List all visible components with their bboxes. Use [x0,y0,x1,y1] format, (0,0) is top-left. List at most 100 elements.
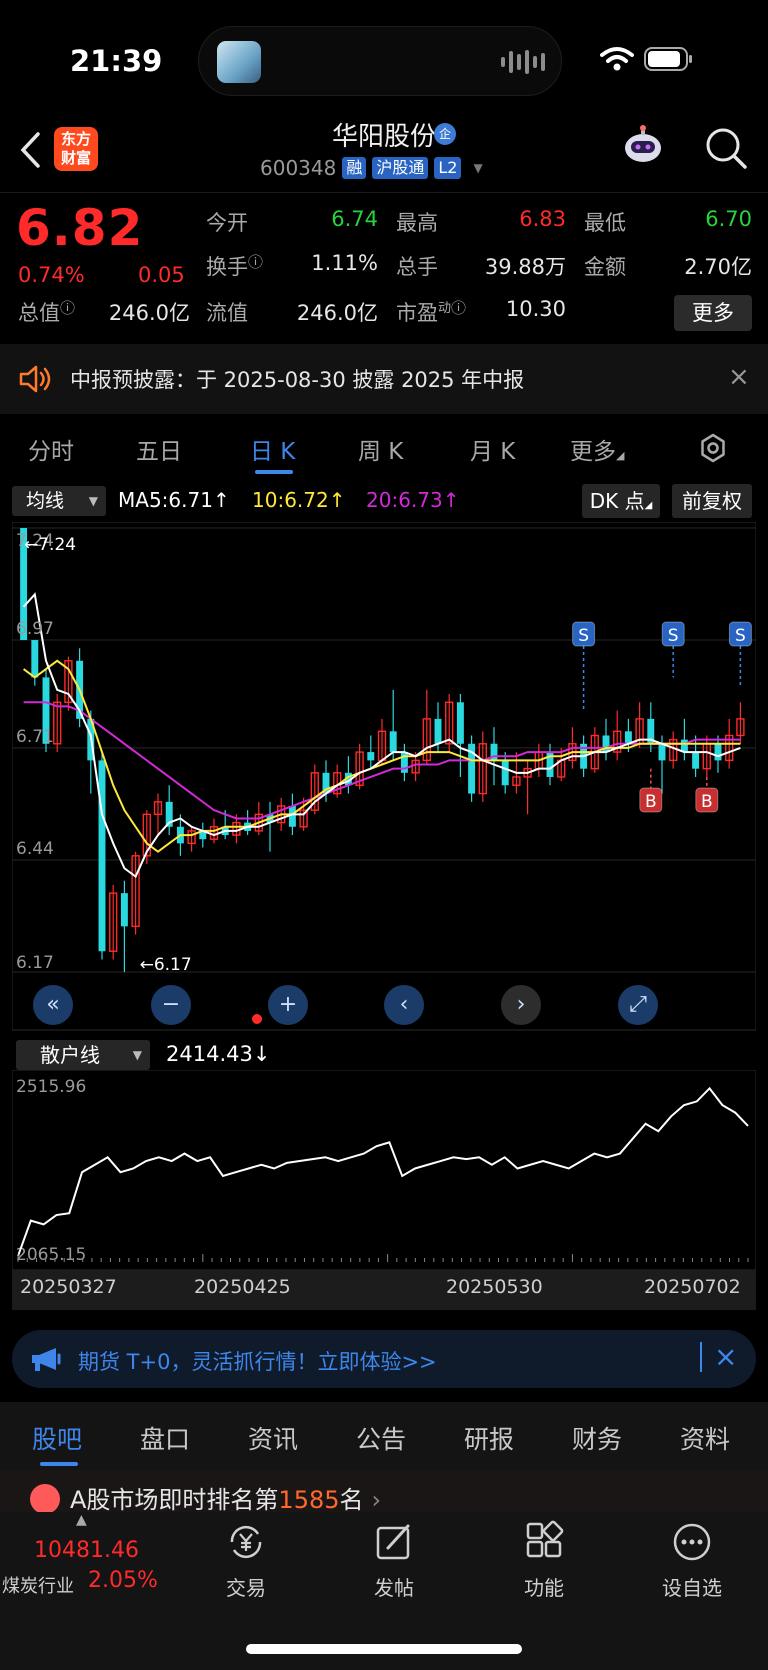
retail-value: 2414.43↓ [166,1042,271,1066]
tab-forum[interactable]: 股吧 [32,1420,82,1456]
mktcap-value: 246.0亿 [108,301,190,325]
pe-label[interactable]: 市盈动ⓘ [396,297,466,327]
tabbar-post[interactable]: 发帖 [334,1520,454,1601]
date-tick: 20250425 [194,1276,291,1298]
tab-underline [40,1462,78,1466]
notice-bar[interactable]: 中报预披露：于 2025-08-30 披露 2025 年中报 × [0,344,768,414]
tab-announcements[interactable]: 公告 [356,1420,406,1456]
candle-body [288,806,296,827]
ma10-label: 10:6.72↑ [252,488,346,512]
more-button[interactable]: 更多 [674,295,752,331]
stock-header: 东方 财富 华阳股份 企 600348 融 沪股通 L2 ▼ [0,110,768,192]
scroll-start-button[interactable]: « [33,985,73,1025]
tab-daily-k[interactable]: 日 K [250,432,295,466]
candle-body [434,718,442,744]
fullscreen-icon[interactable]: ⤢ [618,985,658,1025]
low-label: 最低 [584,211,626,235]
ranking-item[interactable]: A股市场即时排名第1585名 › [0,1470,768,1516]
tab-underline [255,470,293,474]
scroll-left-button[interactable]: ‹ [384,985,424,1025]
volume-label: 总手 [396,255,438,279]
close-icon[interactable]: × [714,1340,737,1373]
scroll-right-button[interactable]: › [501,985,541,1025]
tab-research[interactable]: 研报 [464,1420,514,1456]
info-icon: ⓘ [60,299,76,317]
min-price-label: ←6.17 [140,955,192,975]
candle-body [692,752,700,769]
max-price-label: ←7.24 [24,535,76,555]
tabbar-functions[interactable]: 功能 [484,1520,604,1601]
gear-icon[interactable] [697,432,729,464]
dropdown-arrow-icon: ▼ [132,1048,142,1062]
tab-weekly-k[interactable]: 周 K [358,432,403,466]
candle-body [31,640,39,678]
audio-wave-icon [501,49,545,75]
status-bar: 21:39 [0,0,768,110]
tab-financials[interactable]: 财务 [572,1420,622,1456]
index-value[interactable]: 10481.46 [34,1538,139,1563]
indicator-selector[interactable]: 均线 ▼ [12,486,106,516]
zoom-in-button[interactable]: + [268,985,308,1025]
signal-label: S [735,626,746,646]
tag-connect: 沪股通 [372,157,429,179]
home-indicator[interactable] [246,1644,522,1654]
arrow-up-icon: ↑ [212,488,230,512]
close-icon[interactable]: × [728,362,750,392]
candle-body [714,743,722,761]
date-tick: 20250530 [446,1276,543,1298]
wifi-icon [600,47,634,71]
candle-body [501,760,509,786]
tabbar-watchlist[interactable]: 设自选 [632,1520,752,1601]
divider [700,1342,702,1372]
tab-news[interactable]: 资讯 [248,1420,298,1456]
info-icon: ⓘ [248,253,264,271]
stock-code: 600348 [260,156,337,180]
dk-point-button[interactable]: DK 点◢ [582,484,660,518]
y-axis-label: 6.17 [16,953,54,973]
high-value: 6.83 [519,207,566,231]
tab-five-day[interactable]: 五日 [136,432,182,466]
arrow-up-icon: ↑ [442,488,460,512]
y-axis-label: 6.97 [16,619,54,639]
pe-value: 10.30 [505,297,566,321]
mktcap-label[interactable]: 总值ⓘ [18,297,75,327]
retail-selector[interactable]: 散户线 ▼ [16,1040,150,1070]
retail-line-chart[interactable]: 2515.96 2065.15 [12,1070,756,1270]
chevron-right-icon: › [371,1486,382,1514]
signal-label: B [645,792,657,812]
search-icon[interactable] [704,126,748,170]
turnover-label[interactable]: 换手ⓘ [206,251,263,281]
industry-name[interactable]: 煤炭行业 [2,1572,74,1598]
megaphone-icon [32,1348,61,1371]
info-icon: ⓘ [451,299,467,317]
candle-body [456,702,464,744]
candle-body [98,760,106,952]
dynamic-island[interactable] [198,26,562,96]
y-axis-label: 6.71 [16,727,54,747]
date-tick: 20250702 [644,1276,741,1298]
arrow-up-icon: ↑ [328,488,346,512]
amount-value: 2.70亿 [684,255,752,279]
tabbar-trade[interactable]: 交易 [186,1520,306,1601]
candle-body [400,752,408,773]
tab-intraday[interactable]: 分时 [28,432,74,466]
tab-monthly-k[interactable]: 月 K [470,432,515,466]
stock-code-row[interactable]: 600348 融 沪股通 L2 ▼ [260,156,483,180]
kline-chart[interactable]: 7.246.976.716.446.17←7.24←6.17 S S SB B [12,522,756,1034]
promo-banner[interactable]: 期货 T+0，灵活抓行情！立即体验>> × [12,1330,756,1388]
status-time: 21:39 [70,44,163,78]
tab-orderbook[interactable]: 盘口 [140,1420,190,1456]
enterprise-badge: 企 [434,123,456,145]
chart-tabs: 分时 五日 日 K 周 K 月 K 更多◢ [0,420,768,476]
corner-arrow-icon: ◢ [616,449,625,462]
live-dot [252,1014,262,1024]
robot-assistant-icon[interactable] [620,124,666,170]
tab-more[interactable]: 更多◢ [570,432,624,466]
industry-percent: 2.05% [88,1568,158,1593]
zoom-out-button[interactable]: − [151,985,191,1025]
float-value: 246.0亿 [296,301,378,325]
change-percent: 0.74% [18,263,85,287]
tab-profile[interactable]: 资料 [680,1420,730,1456]
adjust-button[interactable]: 前复权 [672,484,752,518]
ma-legend-row: 均线 ▼ MA5:6.71↑ 10:6.72↑ 20:6.73↑ DK 点◢ 前复… [0,482,768,518]
